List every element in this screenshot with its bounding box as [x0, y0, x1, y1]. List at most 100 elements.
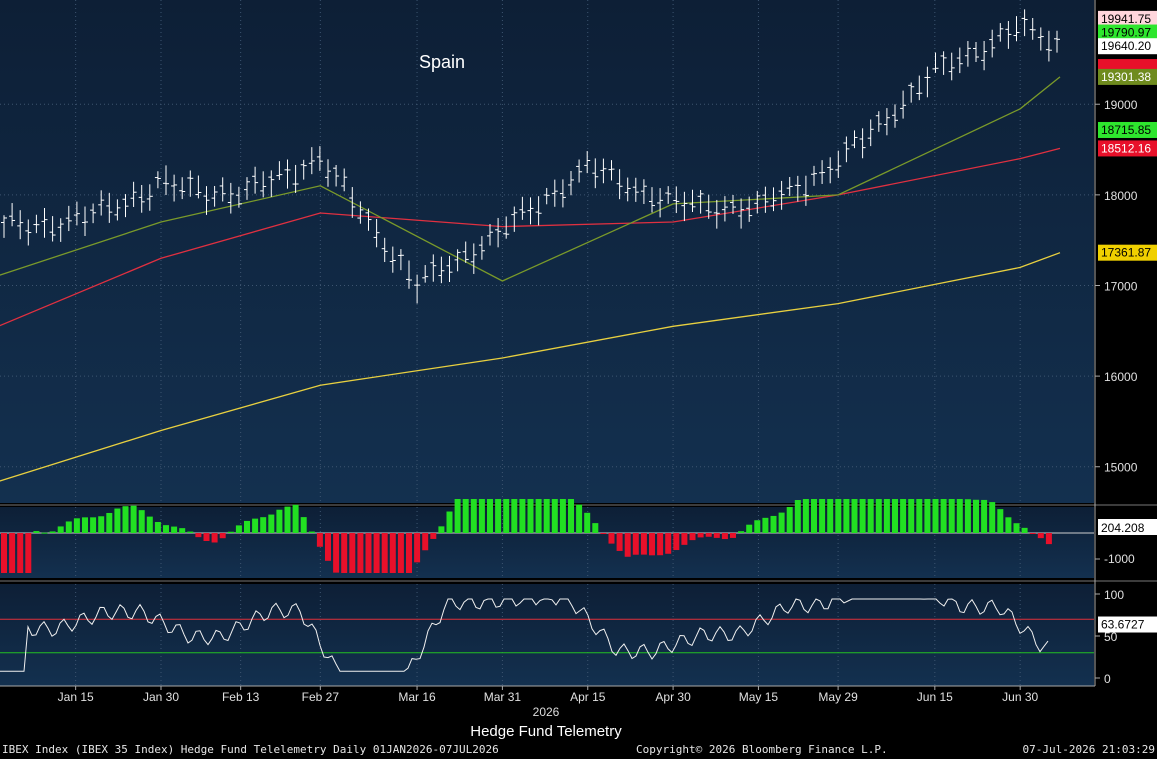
momentum-bar: [697, 533, 704, 538]
momentum-bar: [778, 512, 785, 533]
momentum-bar: [568, 499, 574, 533]
momentum-bar: [171, 526, 178, 533]
momentum-bar: [300, 517, 307, 533]
x-tick-label: Jun 15: [917, 690, 953, 704]
momentum-bar: [73, 518, 80, 533]
footer-right: 07-Jul-2026 21:03:29: [1022, 743, 1155, 756]
oscillator-value-text: 63.6727: [1101, 618, 1145, 632]
momentum-bar: [689, 533, 696, 541]
momentum-bar: [762, 517, 769, 533]
oscillator-tick-label: 100: [1104, 588, 1124, 602]
x-tick-label: May 15: [739, 690, 779, 704]
momentum-bar: [470, 499, 477, 533]
momentum-bar: [357, 533, 364, 573]
momentum-bar: [430, 533, 437, 539]
momentum-bar: [859, 499, 866, 533]
momentum-bar: [203, 533, 210, 541]
momentum-bar: [843, 499, 850, 533]
momentum-bar: [1013, 523, 1020, 533]
momentum-bar: [665, 533, 672, 554]
momentum-bar: [154, 521, 161, 533]
momentum-tick-label: -1000: [1104, 552, 1135, 566]
momentum-bar: [138, 510, 145, 533]
momentum-bar: [333, 533, 340, 573]
momentum-bar: [276, 509, 283, 533]
momentum-bar: [527, 499, 534, 533]
price-label-text: 19790.97: [1101, 26, 1151, 40]
momentum-bar: [65, 521, 72, 533]
momentum-bar: [406, 533, 412, 573]
footer: IBEX Index (IBEX 35 Index) Hedge Fund Te…: [0, 740, 1157, 759]
momentum-bar: [956, 499, 963, 533]
x-tick-label: Jan 30: [143, 690, 179, 704]
momentum-bar: [892, 499, 898, 533]
momentum-bar: [219, 533, 226, 539]
momentum-bar: [746, 524, 753, 533]
momentum-bar: [1037, 533, 1044, 539]
momentum-bar: [146, 516, 153, 533]
momentum-bar: [559, 499, 566, 533]
momentum-bar: [835, 499, 842, 533]
momentum-bar: [308, 531, 315, 533]
momentum-bar: [989, 502, 996, 533]
momentum-bar: [462, 499, 469, 533]
momentum-bar: [98, 516, 105, 533]
momentum-bar: [681, 533, 688, 545]
momentum-bar: [268, 514, 275, 533]
momentum-bar: [973, 499, 979, 533]
momentum-bar: [981, 499, 988, 533]
momentum-bar: [41, 532, 48, 534]
chart: Jan 15 Jan 30 Feb 13 Feb 27 Mar 16 Mar 31 Apr …: [0, 0, 1157, 740]
momentum-bar: [867, 499, 874, 533]
y-tick-label: 16000: [1104, 370, 1138, 384]
momentum-bar: [454, 499, 461, 533]
momentum-bar: [227, 531, 234, 533]
momentum-bar: [422, 533, 429, 551]
momentum-bar: [576, 504, 583, 533]
momentum-bar: [179, 528, 186, 533]
momentum-bar: [130, 505, 137, 533]
momentum-bar: [705, 533, 712, 537]
momentum-bar: [770, 515, 777, 533]
momentum-bar: [1005, 517, 1012, 533]
momentum-bar: [187, 531, 194, 533]
momentum-bar: [397, 533, 404, 573]
y-tick-label: 19000: [1104, 98, 1138, 112]
x-tick-label: Feb 13: [222, 690, 260, 704]
momentum-bar: [114, 508, 121, 533]
chart-title: Spain: [419, 52, 465, 72]
x-tick-label: Mar 16: [398, 690, 436, 704]
momentum-bar: [964, 499, 971, 533]
momentum-bar: [940, 499, 947, 533]
momentum-bar: [511, 499, 518, 533]
x-axis-label: Hedge Fund Telemetry: [470, 723, 622, 740]
momentum-bar: [657, 533, 664, 556]
momentum-bar: [924, 499, 931, 533]
y-tick-label: 17000: [1104, 279, 1138, 293]
momentum-bar: [122, 506, 129, 533]
momentum-bar: [9, 533, 16, 573]
momentum-bar: [211, 533, 218, 543]
price-label-text: 18512.16: [1101, 141, 1151, 155]
year-label: 2026: [533, 705, 560, 719]
momentum-bar: [49, 531, 56, 533]
momentum-bar: [292, 504, 299, 533]
momentum-bar: [381, 533, 388, 573]
momentum-bar: [754, 520, 761, 533]
price-label-text: 19301.38: [1101, 70, 1151, 84]
momentum-bar: [543, 499, 550, 533]
momentum-bar: [478, 499, 485, 533]
momentum-bar: [90, 517, 97, 533]
momentum-bar: [487, 499, 493, 533]
momentum-bar: [349, 533, 356, 573]
momentum-bar: [932, 499, 939, 533]
momentum-bar: [551, 499, 558, 533]
momentum-bar: [632, 533, 639, 555]
momentum-bar: [649, 533, 655, 556]
momentum-bar: [713, 533, 720, 538]
x-tick-label: Feb 27: [302, 690, 340, 704]
momentum-bar: [786, 507, 793, 533]
y-tick-label: 18000: [1104, 189, 1138, 203]
x-tick-label: Jun 30: [1002, 690, 1038, 704]
momentum-bar: [640, 533, 647, 555]
